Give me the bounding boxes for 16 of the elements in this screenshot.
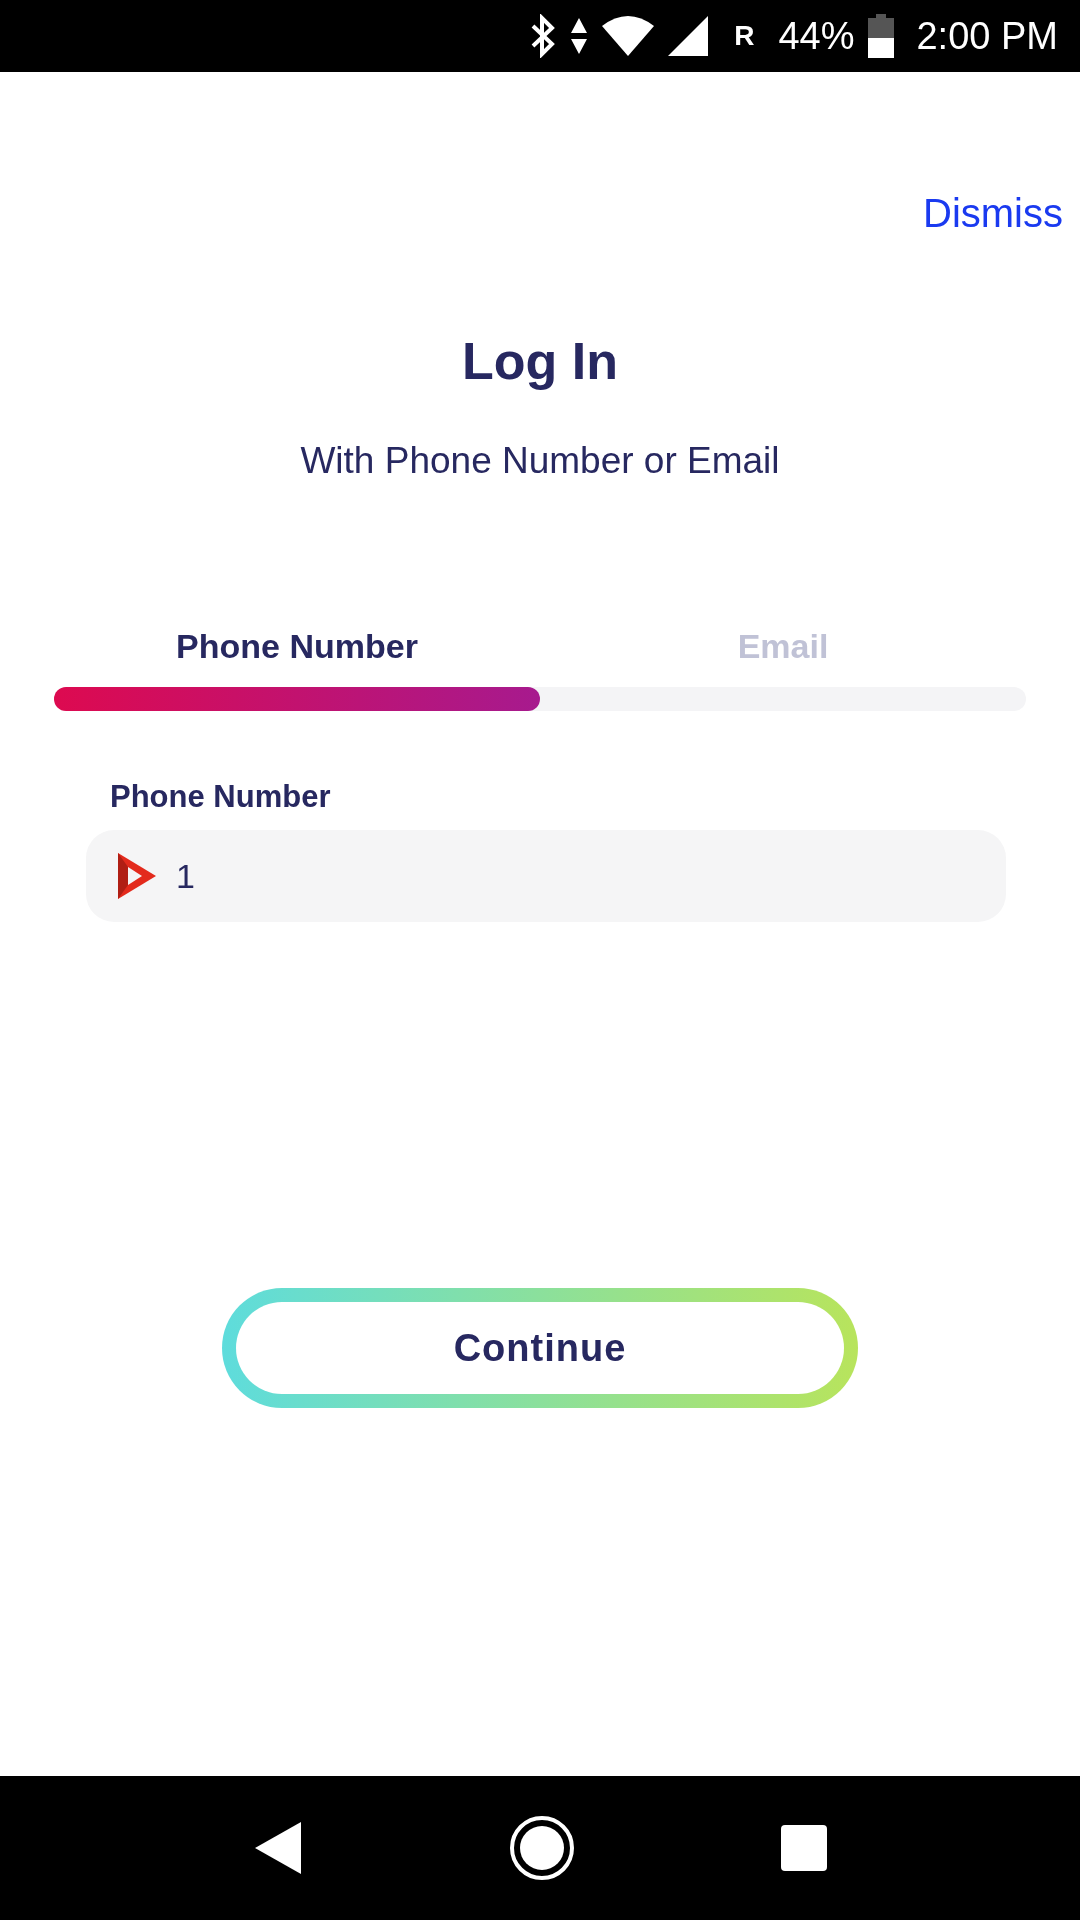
- wifi-icon: [602, 14, 655, 58]
- login-tab[interactable]: Phone Number: [54, 629, 540, 663]
- clock: 2:00 PM: [916, 14, 1058, 58]
- flag-icon: [116, 851, 158, 901]
- data-arrows-icon: [570, 16, 589, 56]
- back-icon[interactable]: [253, 1820, 303, 1876]
- network-indicator: R: [734, 20, 755, 52]
- page-subtitle: With Phone Number or Email: [299, 442, 781, 479]
- signal-icon: [668, 14, 711, 58]
- bluetooth-icon: [530, 14, 557, 58]
- phone-field[interactable]: 1: [86, 830, 1006, 922]
- battery-percentage: 44%: [778, 14, 855, 58]
- field-label: Phone Number: [110, 781, 332, 812]
- home-icon[interactable]: [509, 1815, 575, 1881]
- battery-icon: [868, 14, 895, 58]
- dismiss-link[interactable]: Dismiss: [923, 179, 1063, 247]
